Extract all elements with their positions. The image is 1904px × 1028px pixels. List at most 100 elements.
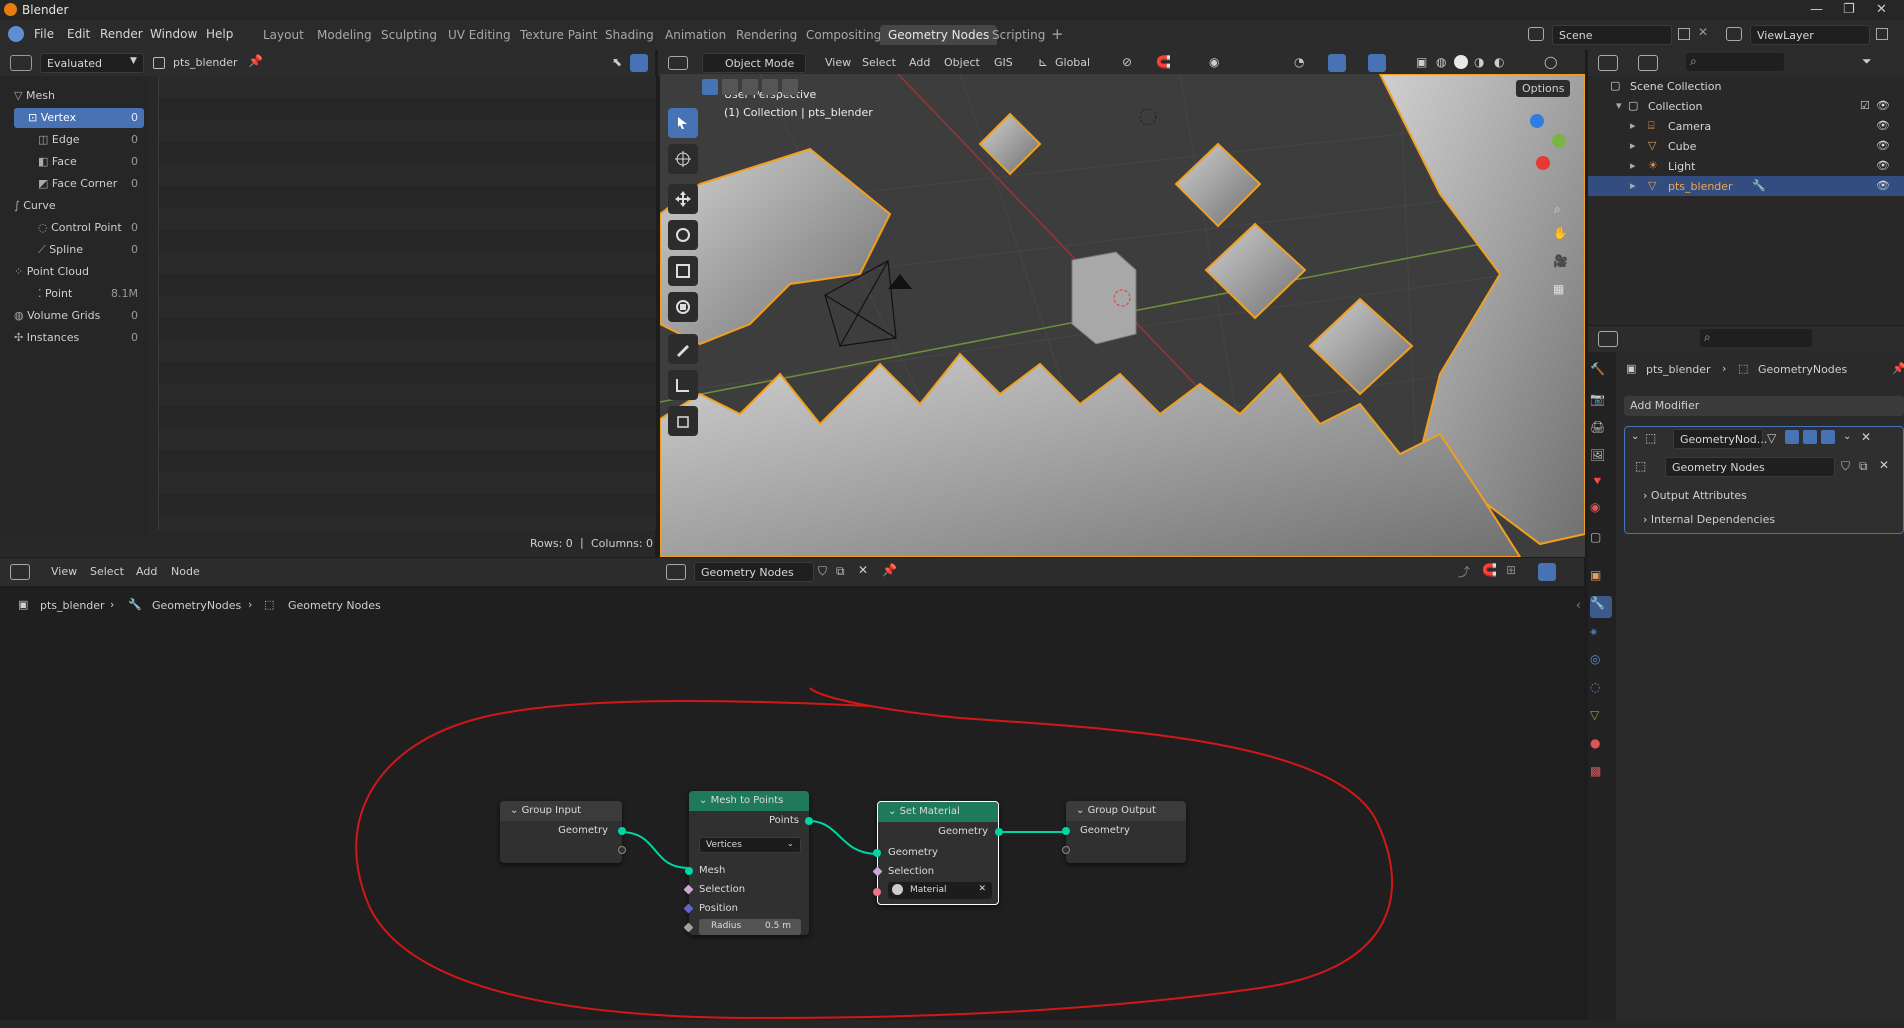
3d-viewport[interactable]: User Perspective (1) Collection | pts_bl…	[660, 74, 1585, 557]
expand-arrow-icon[interactable]: ▾	[1616, 99, 1622, 112]
select-intersect-icon[interactable]	[782, 79, 798, 95]
data-tab-icon[interactable]: ▽	[1590, 708, 1612, 730]
node-mesh-to-points[interactable]: ⌄ Mesh to Points Points Vertices ⌄ Mesh …	[683, 791, 813, 935]
menu-window[interactable]: Window	[150, 27, 197, 41]
menu-render[interactable]: Render	[100, 27, 143, 41]
collapse-icon[interactable]: ⌄	[1076, 805, 1088, 816]
options-button[interactable]: Options	[1516, 80, 1571, 97]
expand-arrow-icon[interactable]: ▸	[1630, 139, 1636, 152]
tab-animation[interactable]: Animation	[665, 28, 726, 42]
mode-dropdown[interactable]: Vertices	[699, 837, 801, 853]
output-tab-icon[interactable]: 🖨	[1590, 420, 1612, 442]
sidebar-toggle-icon[interactable]: ‹	[1576, 598, 1581, 612]
mesh-input-socket[interactable]	[685, 867, 693, 875]
node-menu-node[interactable]: Node	[171, 565, 200, 578]
tab-compositing[interactable]: Compositing	[806, 28, 881, 42]
select-box-tool[interactable]	[668, 108, 698, 138]
eye-icon[interactable]: 👁	[1876, 179, 1890, 192]
breadcrumb-node-group[interactable]: Geometry Nodes	[288, 599, 381, 612]
remove-scene-icon[interactable]: ✕	[1698, 25, 1708, 39]
view-layer-tab-icon[interactable]: 🖼	[1590, 448, 1612, 470]
unlink-icon[interactable]: ✕	[1879, 458, 1889, 472]
collapse-chevron-icon[interactable]: ⌄	[1631, 431, 1639, 442]
select-extend-icon[interactable]	[722, 79, 738, 95]
fake-user-icon[interactable]: ⛉	[818, 564, 827, 579]
tab-layout[interactable]: Layout	[263, 28, 304, 42]
output-attributes-section[interactable]: › Output Attributes	[1643, 489, 1747, 502]
physics-tab-icon[interactable]: ◎	[1590, 652, 1612, 674]
node-group-selector[interactable]: Geometry Nodes	[694, 562, 814, 582]
tab-sculpting[interactable]: Sculpting	[381, 28, 437, 42]
outliner-editor-type-icon[interactable]	[1598, 55, 1618, 71]
snap-icon[interactable]: 🧲	[1482, 563, 1497, 577]
duplicate-icon[interactable]: ⧉	[1859, 459, 1868, 474]
radius-field[interactable]: Radius 0.5 m	[699, 919, 801, 935]
tab-rendering[interactable]: Rendering	[736, 28, 797, 42]
world-tab-icon[interactable]: ◉	[1590, 500, 1612, 522]
render-tab-icon[interactable]: 📷	[1590, 392, 1612, 414]
internal-dependencies-section[interactable]: › Internal Dependencies	[1643, 513, 1775, 526]
edit-mode-toggle-icon[interactable]: ▽	[1767, 431, 1776, 445]
list-item-curve[interactable]: ∫ Curve	[14, 196, 144, 216]
points-output-socket[interactable]	[805, 817, 813, 825]
eye-icon[interactable]: 👁	[1876, 99, 1890, 112]
list-item-edge[interactable]: ◫ Edge 0	[14, 130, 144, 150]
outliner-row-light[interactable]: ▸ ☀ Light 👁	[1588, 156, 1904, 176]
particles-tab-icon[interactable]: ⚹	[1590, 624, 1612, 646]
node-set-material[interactable]: ⌄ Set Material Geometry Geometry Selecti…	[872, 801, 1003, 905]
eye-icon[interactable]: 👁	[1876, 139, 1890, 152]
eye-icon[interactable]: 👁	[1876, 159, 1890, 172]
properties-search-input[interactable]: ⌕	[1700, 329, 1812, 347]
outliner-row-camera[interactable]: ▸ ⌸ Camera 👁	[1588, 116, 1904, 136]
viewport-editor-type-icon[interactable]	[668, 56, 688, 70]
maximize-button[interactable]: ❐	[1843, 2, 1855, 17]
new-scene-icon[interactable]	[1678, 28, 1690, 40]
viewport-menu-add[interactable]: Add	[909, 56, 930, 69]
outliner-row-cube[interactable]: ▸ ▽ Cube 👁	[1588, 136, 1904, 156]
proportional-editing-icon[interactable]: ◉	[1209, 55, 1219, 69]
empty-input-socket[interactable]	[1062, 846, 1070, 854]
checkbox-icon[interactable]: ☑	[1860, 99, 1870, 112]
pin-icon[interactable]: 📌	[882, 563, 897, 577]
collapse-icon[interactable]: ⌄	[510, 805, 522, 816]
node-menu-view[interactable]: View	[51, 565, 77, 578]
clear-icon[interactable]: ✕	[978, 884, 986, 894]
pin-icon[interactable]: 📌	[1892, 362, 1904, 375]
node-header[interactable]: ⌄ Set Material	[878, 802, 998, 822]
menu-help[interactable]: Help	[206, 27, 233, 41]
orientation-dropdown[interactable]: Global	[1055, 56, 1090, 69]
unlink-group-icon[interactable]: ✕	[858, 563, 868, 577]
node-header[interactable]: ⌄ Group Output	[1066, 801, 1186, 821]
node-group-output[interactable]: ⌄ Group Output Geometry	[1062, 801, 1186, 863]
shading-material-icon[interactable]: ◑	[1474, 55, 1484, 69]
orthographic-grid-icon[interactable]: ▦	[1553, 282, 1564, 296]
breadcrumb-modifier[interactable]: GeometryNodes	[152, 599, 241, 612]
zoom-icon[interactable]: ⌕	[1554, 202, 1561, 217]
geometry-output-socket[interactable]	[995, 828, 1003, 836]
eye-icon[interactable]: 👁	[1876, 119, 1890, 132]
fake-user-shield-icon[interactable]: ⛉	[1841, 459, 1850, 474]
shading-options-icon[interactable]: ◯	[1544, 55, 1557, 69]
move-tool[interactable]	[668, 184, 698, 214]
scale-tool[interactable]	[668, 256, 698, 286]
tab-scripting[interactable]: Scripting	[992, 28, 1045, 42]
evaluated-dropdown[interactable]: Evaluated	[40, 53, 144, 73]
select-subtract-icon[interactable]	[742, 79, 758, 95]
pan-hand-icon[interactable]: ✋	[1553, 226, 1568, 240]
transform-tool[interactable]	[668, 292, 698, 322]
node-editor-type-icon[interactable]	[10, 564, 30, 580]
modifier-menu-chevron-icon[interactable]: ⌄	[1843, 431, 1851, 442]
material-tab-icon[interactable]: ●	[1590, 736, 1612, 758]
list-item-instances[interactable]: ✣ Instances 0	[14, 328, 144, 348]
list-item-mesh[interactable]: ▽ Mesh	[14, 86, 144, 106]
outliner-filter-icon[interactable]: ⏷	[1862, 54, 1872, 69]
node-menu-select[interactable]: Select	[90, 565, 124, 578]
blender-menu-icon[interactable]	[8, 26, 24, 42]
close-button[interactable]: ✕	[1876, 2, 1887, 17]
collapse-icon[interactable]: ⌄	[888, 806, 900, 817]
gizmo-toggle-icon[interactable]	[1328, 54, 1346, 72]
geometry-output-socket[interactable]	[618, 827, 626, 835]
node-header[interactable]: ⌄ Mesh to Points	[689, 791, 809, 811]
snap-icon[interactable]: 🧲	[1156, 55, 1171, 69]
geometry-input-socket[interactable]	[873, 849, 881, 857]
